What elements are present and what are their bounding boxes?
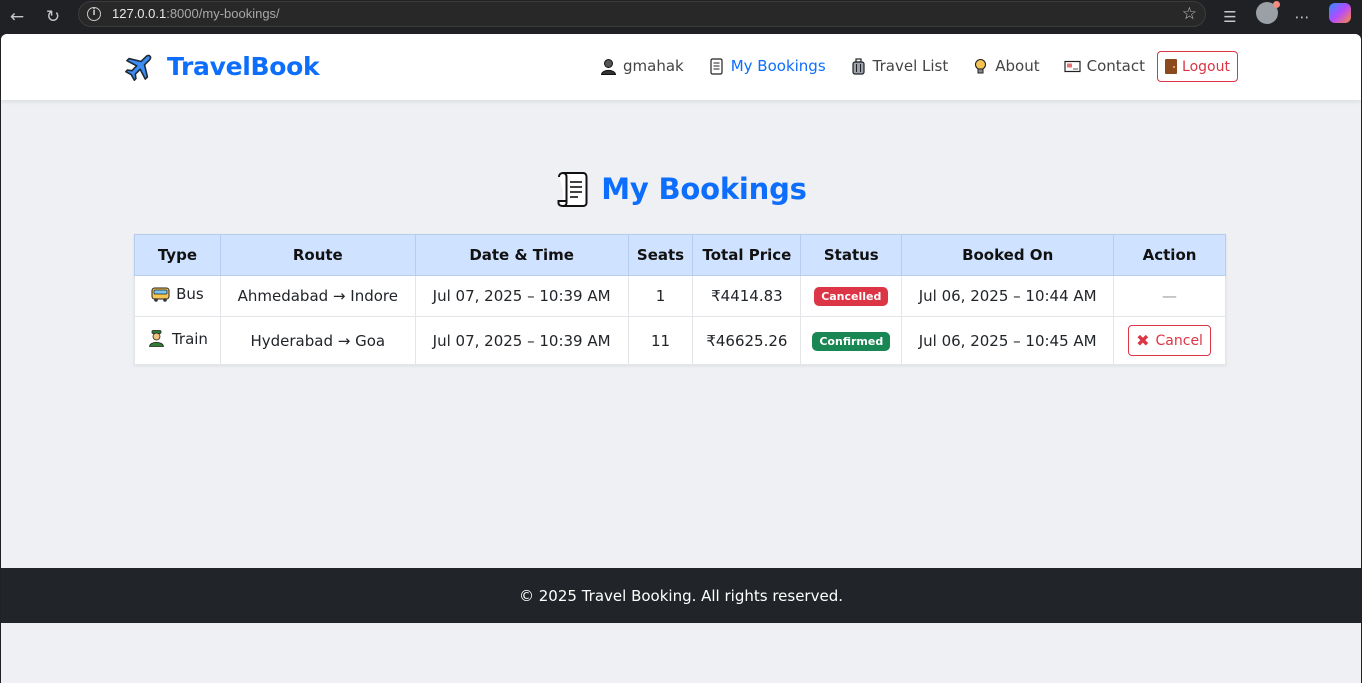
back-icon[interactable]: ←: [4, 4, 30, 30]
cell-booked-on: Jul 06, 2025 – 10:45 AM: [901, 316, 1115, 365]
cell-status: Confirmed: [800, 316, 903, 365]
envelope-icon: [1064, 60, 1081, 72]
address-bar[interactable]: i 127.0.0.1:8000/my-bookings/ ☆: [78, 1, 1206, 27]
nav-contact-label: Contact: [1086, 57, 1145, 75]
bookmark-star-icon[interactable]: ☆: [1182, 4, 1197, 24]
navbar: TravelBook gmahak My Bookings Travel Lis…: [1, 34, 1361, 100]
header-total-price: Total Price: [692, 234, 802, 276]
nav-contact[interactable]: Contact: [1064, 57, 1145, 75]
nav-links: gmahak My Bookings Travel List About Con…: [600, 55, 1169, 77]
logout-button[interactable]: Logout: [1157, 51, 1238, 82]
train-conductor-icon: [148, 330, 164, 348]
nav-user[interactable]: gmahak: [600, 57, 684, 75]
nav-user-label: gmahak: [623, 57, 684, 75]
header-datetime: Date & Time: [414, 234, 629, 276]
header-action: Action: [1113, 234, 1226, 276]
copilot-icon[interactable]: [1329, 3, 1351, 23]
nav-travel-list-label: Travel List: [872, 57, 949, 75]
favorites-icon[interactable]: ☰: [1217, 4, 1243, 30]
door-icon: [1165, 59, 1178, 74]
cell-action: ✖ Cancel: [1113, 316, 1226, 365]
cell-route: Ahmedabad → Indore: [219, 275, 416, 317]
profile-avatar[interactable]: [1256, 1, 1280, 24]
nav-travel-list[interactable]: Travel List: [850, 57, 949, 75]
cancel-booking-button[interactable]: ✖ Cancel: [1128, 325, 1212, 356]
cell-datetime: Jul 07, 2025 – 10:39 AM: [414, 275, 629, 317]
more-menu-icon[interactable]: ⋯: [1289, 4, 1315, 30]
cell-datetime: Jul 07, 2025 – 10:39 AM: [414, 316, 629, 365]
status-badge: Cancelled: [814, 287, 889, 306]
footer-copyright: © 2025 Travel Booking. All rights reserv…: [519, 586, 843, 605]
cell-type: Bus: [134, 275, 221, 317]
page-viewport: TravelBook gmahak My Bookings Travel Lis…: [1, 34, 1361, 683]
nav-my-bookings[interactable]: My Bookings: [708, 57, 826, 75]
reload-icon[interactable]: ↻: [40, 4, 66, 30]
no-action-dash: —: [1162, 287, 1178, 305]
header-status: Status: [800, 234, 903, 276]
nav-my-bookings-label: My Bookings: [730, 57, 826, 75]
receipt-icon: [710, 57, 723, 75]
scroll-icon: [557, 171, 588, 208]
cancel-label: Cancel: [1155, 332, 1203, 349]
table-row: Bus Ahmedabad → Indore Jul 07, 2025 – 10…: [134, 275, 1226, 317]
cross-mark-icon: ✖: [1136, 331, 1150, 350]
lightbulb-icon: [975, 58, 987, 73]
bus-icon: [151, 287, 170, 302]
header-seats: Seats: [627, 234, 694, 276]
cell-seats: 11: [627, 316, 694, 365]
table-row: Train Hyderabad → Goa Jul 07, 2025 – 10:…: [134, 316, 1226, 365]
cell-type: Train: [134, 316, 221, 365]
footer: © 2025 Travel Booking. All rights reserv…: [1, 568, 1361, 623]
airplane-icon: [125, 54, 152, 81]
url-text[interactable]: 127.0.0.1:8000/my-bookings/: [112, 6, 280, 21]
cell-route: Hyderabad → Goa: [219, 316, 416, 365]
cell-type-label: Train: [171, 329, 208, 348]
nav-about[interactable]: About: [972, 57, 1040, 75]
cell-seats: 1: [627, 275, 694, 317]
brand-link[interactable]: TravelBook: [124, 48, 320, 84]
browser-toolbar: ← ↻ i 127.0.0.1:8000/my-bookings/ ☆ ☰ ⋯: [0, 0, 1362, 34]
page-heading: My Bookings: [1, 170, 1361, 208]
cell-booked-on: Jul 06, 2025 – 10:44 AM: [901, 275, 1115, 317]
cell-action: —: [1113, 275, 1226, 317]
table-header-row: Type Route Date & Time Seats Total Price…: [134, 234, 1226, 276]
site-info-icon[interactable]: i: [87, 7, 101, 21]
page-title: My Bookings: [601, 172, 807, 206]
cell-price: ₹4414.83: [692, 275, 802, 317]
cell-type-label: Bus: [176, 285, 204, 304]
header-route: Route: [219, 234, 416, 276]
cell-status: Cancelled: [800, 275, 903, 317]
nav-about-label: About: [995, 57, 1040, 75]
header-type: Type: [134, 234, 221, 276]
header-booked-on: Booked On: [901, 234, 1115, 276]
luggage-icon: [852, 57, 865, 75]
logout-label: Logout: [1182, 58, 1230, 75]
cell-price: ₹46625.26: [692, 316, 802, 365]
user-icon: [600, 58, 617, 75]
status-badge: Confirmed: [812, 331, 891, 351]
brand-name: TravelBook: [167, 51, 320, 81]
bookings-table: Type Route Date & Time Seats Total Price…: [134, 234, 1226, 365]
